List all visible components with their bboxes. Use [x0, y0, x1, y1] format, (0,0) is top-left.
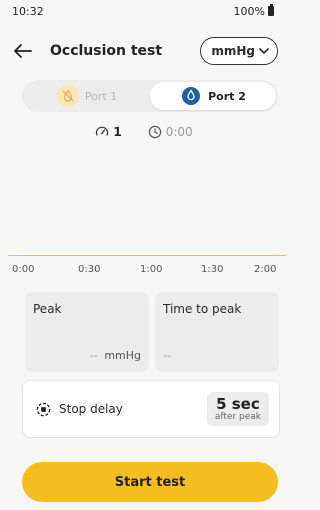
start-test-label: Start test: [114, 474, 186, 490]
chart-baseline: [8, 255, 286, 256]
port-selector: Port 1 Port 2: [22, 80, 278, 112]
stop-delay-selector[interactable]: 5 sec after peak: [206, 392, 269, 426]
battery-icon: [268, 4, 274, 16]
stop-delay-value: 5 sec: [216, 395, 260, 413]
battery-percent: 100%: [233, 4, 265, 18]
gauge-icon: [96, 126, 109, 136]
time-axis: 0:00 0:30 1:00 1:30 2:00: [0, 264, 288, 278]
stop-delay-label: Stop delay: [59, 402, 123, 416]
peak-value: --: [89, 349, 98, 362]
elapsed-time: 0:00: [148, 125, 193, 139]
peak-unit: mmHg: [104, 349, 141, 362]
drop-icon: [180, 85, 202, 107]
arrow-left-icon: [14, 44, 32, 58]
axis-tick: 0:30: [78, 264, 101, 275]
peak-label: Peak: [33, 302, 62, 316]
start-test-button[interactable]: Start test: [22, 462, 278, 502]
back-button[interactable]: [14, 38, 40, 64]
tab-port-2[interactable]: Port 2: [150, 82, 276, 110]
page-title: Occlusion test: [50, 43, 163, 59]
result-cards: Peak -- mmHg Time to peak --: [25, 292, 279, 372]
stop-delay-row: Stop delay 5 sec after peak: [22, 380, 280, 438]
axis-tick: 1:00: [140, 264, 163, 275]
stats-row: 1 0:00: [0, 122, 288, 142]
axis-tick: 0:00: [12, 264, 35, 275]
axis-tick: 2:00: [254, 264, 277, 275]
test-count-value: 1: [113, 125, 122, 139]
app-bar: Occlusion test mmHg: [0, 32, 288, 70]
stop-delay-icon: [35, 401, 51, 417]
test-count: 1: [95, 125, 122, 139]
peak-card: Peak -- mmHg: [25, 292, 149, 372]
tab-port-1-label: Port 1: [84, 89, 118, 103]
status-time: 10:32: [12, 4, 44, 18]
axis-tick: 1:30: [201, 264, 224, 275]
status-bar: 10:32 100%: [0, 0, 288, 22]
time-to-peak-value: --: [163, 349, 171, 362]
tab-port-2-label: Port 2: [208, 89, 246, 103]
elapsed-time-value: 0:00: [165, 125, 193, 139]
stop-delay-sub: after peak: [214, 412, 261, 422]
time-to-peak-card: Time to peak --: [155, 292, 279, 372]
time-to-peak-label: Time to peak: [163, 302, 242, 316]
status-right: 100%: [233, 4, 274, 18]
unit-label: mmHg: [211, 44, 255, 58]
drop-off-icon: [56, 85, 79, 107]
peak-value-row: -- mmHg: [90, 349, 141, 362]
chevron-down-icon: [259, 47, 269, 54]
unit-selector[interactable]: mmHg: [200, 37, 278, 65]
clock-icon: [148, 125, 161, 139]
tab-port-1[interactable]: Port 1: [24, 82, 150, 110]
